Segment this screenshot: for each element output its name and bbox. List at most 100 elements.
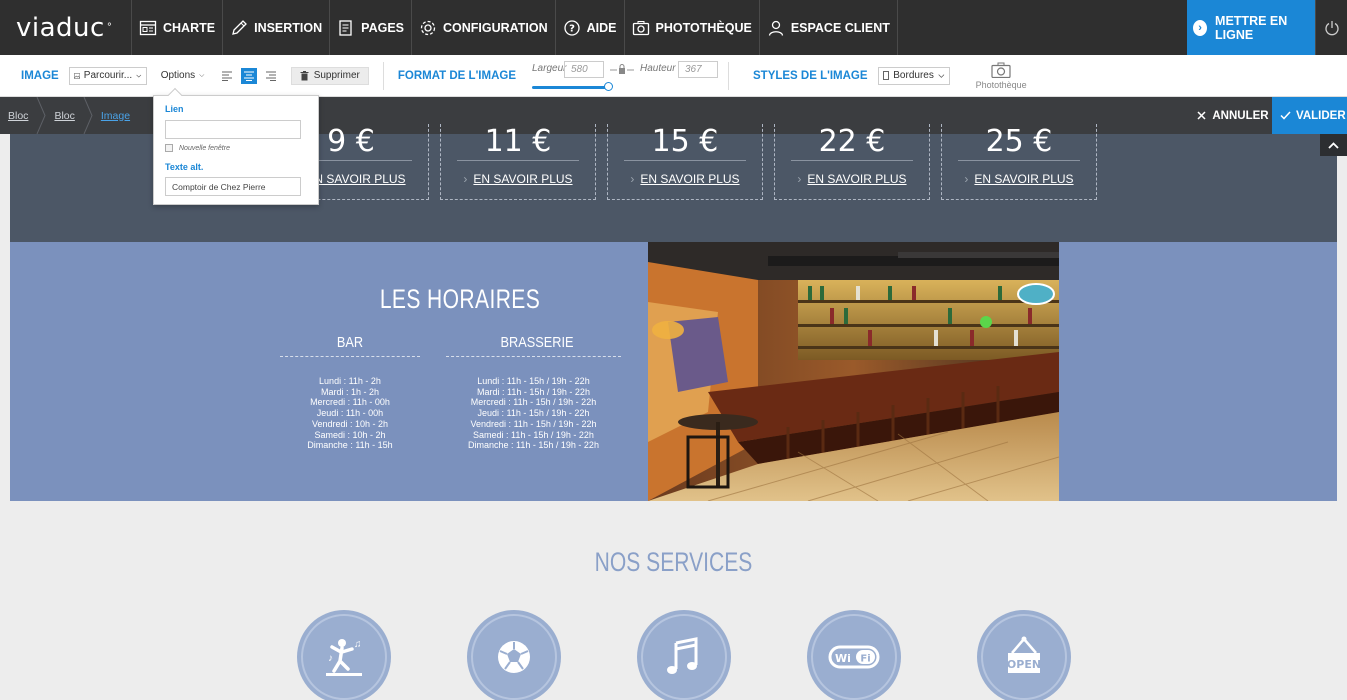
charte-icon	[139, 20, 157, 35]
power-icon	[1324, 20, 1339, 35]
border-square-icon	[882, 71, 890, 80]
new-window-label: Nouvelle fenêtre	[179, 144, 230, 152]
align-center-button[interactable]	[240, 67, 257, 84]
price-card: 22 € › EN SAVOIR PLUS	[774, 124, 930, 200]
gear-icon	[420, 20, 436, 35]
nav-spacer	[896, 0, 1187, 55]
learn-more-link[interactable]: › EN SAVOIR PLUS	[608, 172, 762, 186]
service-item[interactable]	[467, 610, 561, 700]
chevron-right-icon: ›	[630, 172, 635, 186]
alt-text-input[interactable]: Comptoir de Chez Pierre	[165, 177, 301, 196]
image-icon	[73, 72, 80, 79]
service-ring	[471, 614, 557, 700]
divider	[457, 160, 579, 161]
hours-line: Dimanche : 11h - 15h / 19h - 22h	[468, 440, 599, 451]
top-nav-bar: viaduc ° CHARTE INSERTION PAGES CONFIGURA…	[0, 0, 1347, 55]
services-title: NOS SERVICES	[594, 547, 753, 577]
hours-section: LES HORAIRES BAR Lundi : 11h - 2h Mardi …	[10, 242, 1337, 501]
chevron-right-icon: ›	[964, 172, 969, 186]
chevron-up-icon	[1328, 141, 1339, 149]
validate-button[interactable]: VALIDER	[1272, 97, 1347, 134]
bar-interior-image[interactable]	[648, 242, 1059, 501]
options-select[interactable]: Options	[156, 66, 209, 85]
service-ring	[811, 614, 897, 700]
cancel-button[interactable]: ANNULER	[1194, 97, 1272, 134]
toolbar-divider	[382, 61, 384, 90]
checkbox-box[interactable]	[165, 144, 173, 152]
image-label: IMAGE	[21, 69, 59, 82]
service-item[interactable]: ♪ ♫	[297, 610, 391, 700]
chevron-right-icon: ›	[1193, 19, 1208, 36]
link-input[interactable]	[165, 120, 301, 139]
nav-insertion-label: INSERTION	[254, 20, 323, 35]
delete-image-button[interactable]: Supprimer	[290, 66, 369, 85]
new-window-checkbox[interactable]: Nouvelle fenêtre	[165, 144, 307, 152]
styles-label: STYLES DE L'IMAGE	[753, 69, 868, 82]
chevron-down-icon	[199, 74, 205, 77]
learn-more-link[interactable]: › EN SAVOIR PLUS	[775, 172, 929, 186]
logout-button[interactable]	[1315, 0, 1347, 55]
hours-line: Jeudi : 11h - 15h / 19h - 22h	[477, 408, 590, 419]
service-item[interactable]	[637, 610, 731, 700]
breadcrumb-item-bloc[interactable]: Bloc	[46, 97, 82, 134]
hours-line: Mercredi : 11h - 15h / 19h - 22h	[470, 397, 597, 408]
align-left-button[interactable]	[219, 68, 235, 84]
nav-configuration[interactable]: CONFIGURATION	[411, 0, 555, 55]
breadcrumb-item-image[interactable]: Image	[93, 97, 138, 134]
breadcrumb-item-bloc[interactable]: Bloc	[0, 97, 36, 134]
borders-select[interactable]: Bordures	[877, 66, 950, 85]
phototheque-button[interactable]: Photothèque	[976, 62, 1027, 90]
nav-aide-label: AIDE	[586, 20, 617, 35]
nav-insertion[interactable]: INSERTION	[222, 0, 329, 55]
learn-more-label: EN SAVOIR PLUS	[640, 172, 740, 186]
nav-espace-client[interactable]: ESPACE CLIENT	[758, 0, 897, 55]
align-right-button[interactable]	[263, 68, 279, 84]
hours-line: Mardi : 1h - 2h	[320, 386, 380, 397]
size-slider-track[interactable]	[532, 85, 610, 89]
hours-line: Mercredi : 11h - 00h	[310, 397, 390, 408]
chevron-right-icon	[83, 97, 93, 134]
hours-line: Dimanche : 11h - 15h	[307, 440, 393, 451]
service-item[interactable]: Wi Fi	[807, 610, 901, 700]
nav-aide[interactable]: ? AIDE	[554, 0, 624, 55]
browse-select[interactable]: Parcourir...	[68, 66, 147, 85]
publish-label: METTRE EN LIGNE	[1215, 13, 1288, 42]
nav-charte[interactable]: CHARTE	[131, 0, 222, 55]
align-center-icon	[243, 71, 254, 81]
hours-title: LES HORAIRES	[379, 284, 541, 314]
width-input[interactable]: 580	[564, 60, 604, 78]
lock-ratio-icon[interactable]	[610, 63, 634, 76]
scroll-top-button[interactable]	[1320, 134, 1347, 156]
service-ring	[641, 614, 727, 700]
learn-more-link[interactable]: › EN SAVOIR PLUS	[942, 172, 1096, 186]
publish-button[interactable]: › METTRE EN LIGNE	[1187, 0, 1315, 55]
size-slider-handle[interactable]	[604, 81, 613, 91]
nav-configuration-label: CONFIGURATION	[443, 20, 548, 35]
nav-pages[interactable]: PAGES	[329, 0, 411, 55]
height-label: Hauteur	[640, 62, 676, 74]
viaduc-logo[interactable]: viaduc °	[0, 0, 131, 55]
image-options-popover: Lien Nouvelle fenêtre Texte alt. Comptoi…	[153, 87, 319, 205]
hours-line: Vendredi : 11h - 15h / 19h - 22h	[470, 418, 597, 429]
camera-icon	[632, 20, 649, 35]
trash-icon	[300, 70, 309, 80]
image-toolbar: IMAGE Parcourir... Options Supprimer FOR…	[0, 55, 1347, 97]
toolbar-divider	[728, 61, 729, 90]
price-value: 25 €	[985, 124, 1053, 159]
brasserie-hours: Lundi : 11h - 15h / 19h - 22h Mardi : 11…	[446, 376, 621, 451]
check-icon	[1280, 111, 1291, 120]
chevron-down-icon	[136, 74, 142, 78]
nav-phototheque[interactable]: PHOTOTHÈQUE	[623, 0, 759, 55]
nav-charte-label: CHARTE	[163, 20, 216, 35]
options-label: Options	[160, 70, 196, 81]
learn-more-label: EN SAVOIR PLUS	[473, 172, 573, 186]
learn-more-link[interactable]: › EN SAVOIR PLUS	[441, 172, 595, 186]
height-value: 367	[685, 63, 702, 75]
camera-icon	[991, 62, 1011, 78]
nav-pages-label: PAGES	[361, 20, 404, 35]
service-item[interactable]: OPEN	[977, 610, 1071, 700]
height-input[interactable]: 367	[678, 60, 718, 78]
borders-label: Bordures	[893, 70, 934, 81]
delete-label: Supprimer	[313, 70, 360, 81]
divider	[791, 160, 913, 161]
